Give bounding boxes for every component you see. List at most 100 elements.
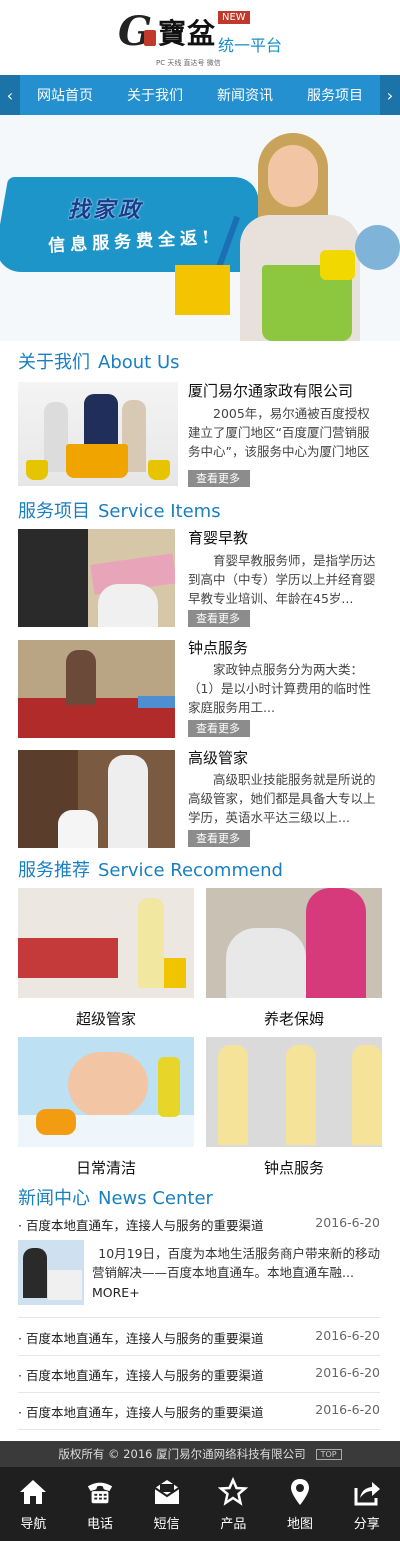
news-featured-text: 10月19日，百度为本地生活服务商户带来新的移动营销解决——百度本地直通车。本地… <box>92 1246 381 1280</box>
logo-tagline: 统一平台 <box>218 36 283 55</box>
map-pin-icon <box>285 1477 315 1507</box>
star-icon <box>218 1476 249 1507</box>
nav-item-news[interactable]: 新闻资讯 <box>217 85 273 105</box>
news-list-item[interactable]: · 百度本地直通车，连接人与服务的重要渠道 2016-6-20 <box>18 1402 380 1421</box>
mail-icon <box>152 1477 182 1507</box>
divider <box>18 1355 380 1356</box>
copyright-text: 版权所有 © 2016 厦门易尔通网络科技有限公司 <box>58 1447 306 1461</box>
recommend-image-super-butler[interactable] <box>18 888 194 998</box>
divider <box>18 1392 380 1393</box>
news-title: · 百度本地直通车，连接人与服务的重要渠道 <box>18 1368 264 1383</box>
worker-figure <box>23 1248 47 1298</box>
about-section-title: 关于我们 About Us <box>18 348 188 374</box>
news-date: 2016-6-20 <box>315 1328 380 1343</box>
recommend-caption-super-butler[interactable]: 超级管家 <box>18 1008 194 1029</box>
maid-figure <box>286 1045 316 1145</box>
nav-next-button[interactable]: › <box>380 75 400 115</box>
news-featured-image[interactable] <box>18 1240 84 1305</box>
copyright-bar: 版权所有 © 2016 厦门易尔通网络科技有限公司 TOP <box>0 1441 400 1467</box>
nav-items: 网站首页 关于我们 新闻资讯 服务项目 <box>20 85 380 105</box>
butler-figure <box>108 755 148 848</box>
recommend-caption-hourly-service[interactable]: 钟点服务 <box>206 1157 382 1178</box>
news-title-cn: 新闻中心 <box>18 1188 90 1209</box>
maid-figure <box>352 1045 382 1145</box>
bottom-nav-label: 分享 <box>353 1516 380 1532</box>
services-title-cn: 服务项目 <box>18 501 90 522</box>
service-title-hourly[interactable]: 钟点服务 <box>188 637 248 658</box>
guest-figure <box>58 810 98 848</box>
bottom-nav-label: 地图 <box>287 1516 314 1532</box>
broom-head <box>175 265 230 315</box>
service-text-early-education: 育婴早教服务师，是指学历达到高中（中专）学历以上并经育婴早教专业培训、年龄在45… <box>188 553 376 606</box>
service-text-hourly: 家政钟点服务分为两大类：（1）是以小时计算费用的临时性家庭服务用工... <box>188 662 371 715</box>
news-list-item[interactable]: · 百度本地直通车，连接人与服务的重要渠道 2016-6-20 <box>18 1328 380 1347</box>
recommend-caption-elderly-nanny[interactable]: 养老保姆 <box>206 1008 382 1029</box>
site-logo[interactable]: G 寶盆 NEW 统一平台 PC 天线 直达号 微信 <box>118 8 288 68</box>
service-more-button[interactable]: 查看更多 <box>188 830 250 847</box>
services-title-en: Service Items <box>98 501 221 522</box>
phone-icon <box>85 1477 115 1507</box>
news-list-item[interactable]: · 百度本地直通车，连接人与服务的重要渠道 2016-6-20 <box>18 1365 380 1384</box>
bottom-nav-label: 导航 <box>20 1516 47 1532</box>
main-nav: ‹ 网站首页 关于我们 新闻资讯 服务项目 › <box>0 75 400 115</box>
maid-figure <box>218 1045 248 1145</box>
nurse-figure <box>306 888 366 998</box>
bottom-nav-share[interactable]: 分享 <box>333 1467 400 1541</box>
service-image-hourly[interactable] <box>18 640 175 738</box>
recommend-image-daily-cleaning[interactable] <box>18 1037 194 1147</box>
news-title: · 百度本地直通车，连接人与服务的重要渠道 <box>18 1331 264 1346</box>
services-section-title: 服务项目 Service Items <box>18 497 229 523</box>
glove <box>36 1109 76 1135</box>
news-more-link[interactable]: MORE+ <box>92 1285 140 1300</box>
sponge <box>320 250 355 280</box>
bucket <box>26 460 48 480</box>
bucket <box>164 958 186 988</box>
pillow <box>138 696 175 708</box>
bottom-nav-home[interactable]: 导航 <box>0 1467 67 1541</box>
bottom-nav-map[interactable]: 地图 <box>267 1467 334 1541</box>
news-section-title: 新闻中心 News Center <box>18 1184 221 1210</box>
bucket <box>66 444 128 478</box>
bottom-nav-label: 短信 <box>153 1516 180 1532</box>
nav-prev-button[interactable]: ‹ <box>0 75 20 115</box>
sofa <box>18 938 118 978</box>
sink <box>48 1270 82 1300</box>
news-title-en: News Center <box>98 1188 213 1209</box>
about-title-cn: 关于我们 <box>18 352 90 373</box>
news-top-item[interactable]: · 百度本地直通车，连接人与服务的重要渠道 2016-6-20 <box>18 1215 380 1234</box>
service-more-button[interactable]: 查看更多 <box>188 610 250 627</box>
nav-item-about[interactable]: 关于我们 <box>127 85 183 105</box>
recommend-image-elderly-nanny[interactable] <box>206 888 382 998</box>
service-image-early-education[interactable] <box>18 529 175 627</box>
banner-headline: 找家政 <box>68 197 144 223</box>
elderly-figure <box>226 928 306 998</box>
service-more-button[interactable]: 查看更多 <box>188 720 250 737</box>
bottom-nav-products[interactable]: 产品 <box>200 1467 267 1541</box>
service-image-butler[interactable] <box>18 750 175 848</box>
bottom-nav-phone[interactable]: 电话 <box>67 1467 134 1541</box>
news-title: · 百度本地直通车，连接人与服务的重要渠道 <box>18 1218 264 1233</box>
logo-name: 寶盆 <box>158 17 217 50</box>
news-date: 2016-6-20 <box>315 1215 380 1230</box>
service-title-early-education[interactable]: 育婴早教 <box>188 527 248 548</box>
back-to-top-button[interactable]: TOP <box>315 1448 342 1460</box>
service-title-butler[interactable]: 高级管家 <box>188 747 248 768</box>
banner-woman-face <box>268 145 318 207</box>
recommend-caption-daily-cleaning[interactable]: 日常清洁 <box>18 1157 194 1178</box>
bottom-nav-label: 电话 <box>87 1516 114 1532</box>
about-company-name[interactable]: 厦门易尔通家政有限公司 <box>188 380 353 401</box>
hero-banner[interactable]: 找家政 信息服务费全返! <box>0 115 400 341</box>
recommend-image-hourly-service[interactable] <box>206 1037 382 1147</box>
about-image[interactable] <box>18 382 178 486</box>
bottom-nav-sms[interactable]: 短信 <box>133 1467 200 1541</box>
nav-item-home[interactable]: 网站首页 <box>37 85 93 105</box>
page: G 寶盆 NEW 统一平台 PC 天线 直达号 微信 ‹ 网站首页 关于我们 新… <box>0 0 400 1541</box>
news-date: 2016-6-20 <box>315 1365 380 1380</box>
divider <box>18 1429 380 1430</box>
feather-duster <box>355 225 400 270</box>
logo-new-badge: NEW <box>218 11 250 24</box>
spray-bottle <box>158 1057 180 1117</box>
about-more-button[interactable]: 查看更多 <box>188 470 250 487</box>
nav-item-services[interactable]: 服务项目 <box>307 85 363 105</box>
divider <box>18 1317 380 1318</box>
